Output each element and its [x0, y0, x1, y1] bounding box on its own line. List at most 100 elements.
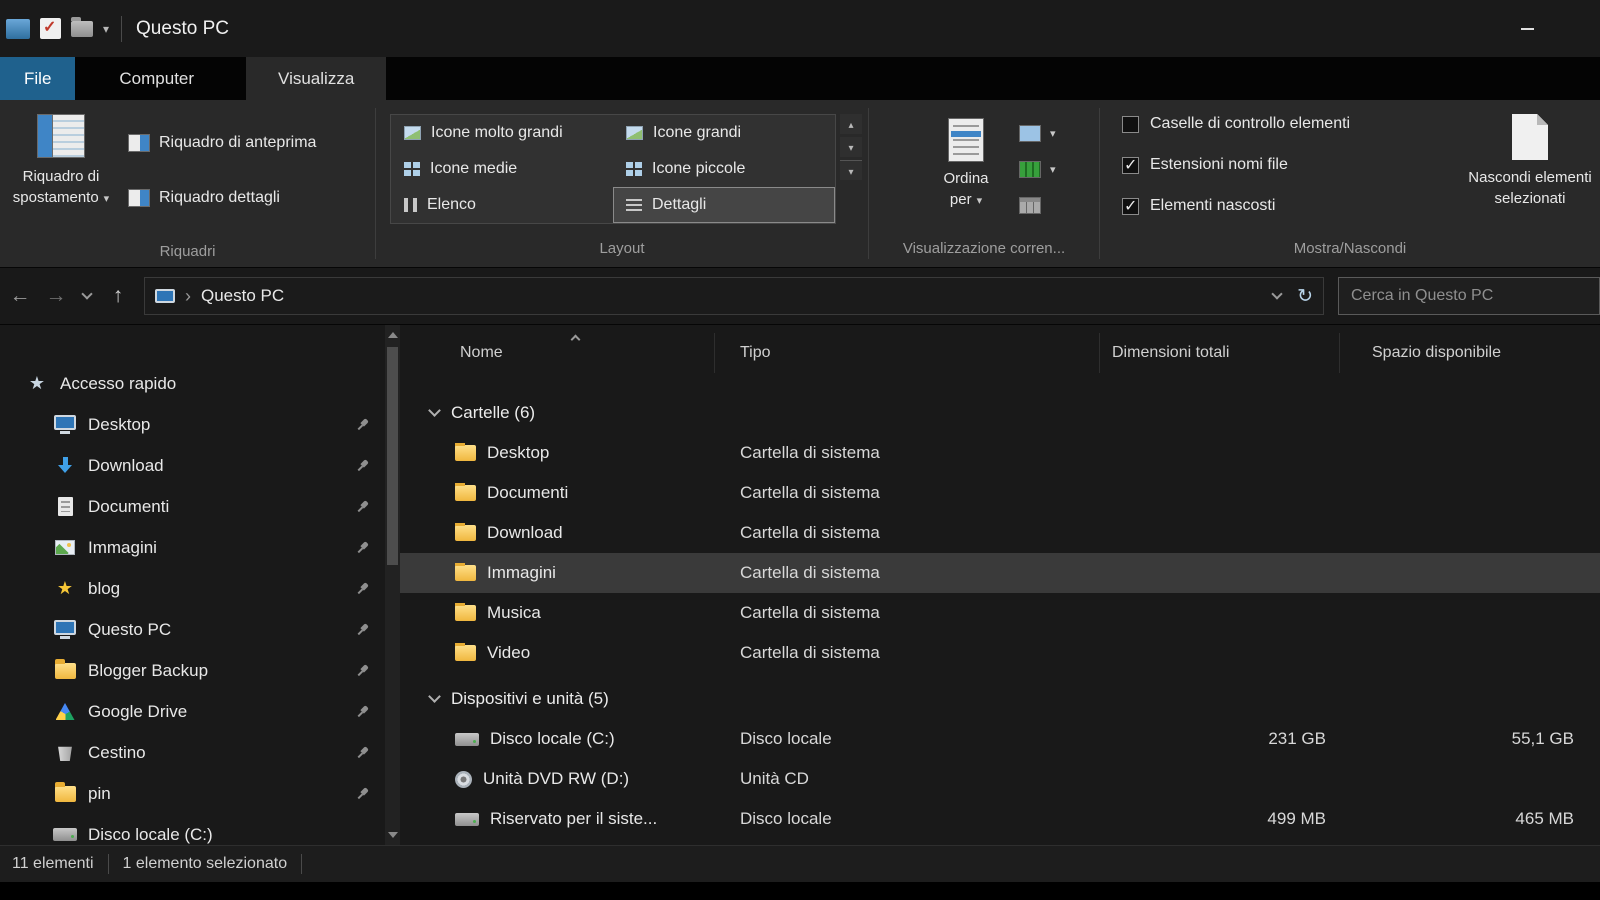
search-input[interactable]: [1343, 287, 1595, 305]
details-view-icon: [626, 199, 642, 212]
file-free-space: 55,1 GB: [1340, 729, 1600, 749]
sort-by-button[interactable]: Ordinaper: [929, 118, 1003, 238]
layout-option-elenco[interactable]: Elenco: [391, 187, 613, 223]
scroll-down-icon: [848, 138, 853, 156]
up-button[interactable]: [100, 276, 136, 316]
sort-by-label-line2: per: [950, 191, 972, 208]
qat-customize-chevron-icon[interactable]: [103, 20, 109, 38]
file-type: Disco locale: [715, 729, 1100, 749]
ribbon-tab-strip: File Computer Visualizza: [0, 57, 1600, 100]
layout-option-icone-medie[interactable]: Icone medie: [391, 151, 613, 187]
list-view-icon: [404, 198, 417, 212]
address-dropdown-icon[interactable]: [1271, 288, 1282, 299]
layout-option-icone-molto-grandi[interactable]: Icone molto grandi: [391, 115, 613, 151]
file-row-musica[interactable]: Musica Cartella di sistema: [400, 593, 1600, 633]
layout-options-box: Icone molto grandi Icone grandi Icone me…: [390, 114, 836, 224]
navigation-pane-button[interactable]: Riquadro dispostamento: [0, 100, 122, 241]
monitor-icon: [52, 624, 78, 635]
quick-access-star-icon: [24, 373, 50, 394]
sidebar-item-blog[interactable]: blog: [0, 568, 385, 609]
layout-scroll-up-button[interactable]: [840, 114, 862, 134]
file-type: Disco locale: [715, 809, 1100, 829]
sidebar-item-questo-pc[interactable]: Questo PC: [0, 609, 385, 650]
group-by-button[interactable]: [1019, 192, 1056, 218]
hide-selected-label-line1: Nascondi elementi: [1468, 169, 1591, 186]
minimize-button[interactable]: [1504, 0, 1550, 57]
checkbox-item-check-boxes[interactable]: Caselle di controllo elementi: [1122, 112, 1442, 136]
layout-option-icone-piccole[interactable]: Icone piccole: [613, 151, 835, 187]
file-row-disco-locale-c[interactable]: Disco locale (C:) Disco locale 231 GB 55…: [400, 719, 1600, 759]
column-header-tipo[interactable]: Tipo: [715, 333, 1100, 373]
preview-pane-icon: [128, 134, 150, 152]
column-headers: Nome Tipo Dimensioni totali Spazio dispo…: [400, 333, 1600, 373]
document-icon: [52, 497, 78, 516]
window-title: Questo PC: [136, 18, 229, 40]
file-row-riservato-sistema[interactable]: Riservato per il siste... Disco locale 4…: [400, 799, 1600, 839]
checkbox-file-extensions[interactable]: Estensioni nomi file: [1122, 153, 1442, 177]
app-icon[interactable]: [6, 19, 30, 39]
new-folder-icon[interactable]: [71, 21, 93, 37]
status-bar: 11 elementi 1 elemento selezionato: [0, 845, 1600, 882]
column-header-nome[interactable]: Nome: [400, 333, 715, 373]
file-row-immagini-selected[interactable]: Immagini Cartella di sistema: [400, 553, 1600, 593]
sidebar-item-blogger-backup[interactable]: Blogger Backup: [0, 650, 385, 691]
scroll-up-icon[interactable]: [388, 332, 398, 338]
download-arrow-icon: [52, 456, 78, 475]
scrollbar-thumb[interactable]: [387, 347, 398, 565]
add-columns-button[interactable]: [1019, 120, 1056, 146]
tab-file[interactable]: File: [0, 57, 75, 100]
properties-icon[interactable]: [40, 18, 61, 39]
breadcrumb-this-pc[interactable]: Questo PC: [201, 286, 284, 306]
ribbon-group-visualizzazione: Ordinaper Visualizzazione corren...: [869, 100, 1099, 267]
search-box[interactable]: [1338, 277, 1600, 315]
sidebar-item-download[interactable]: Download: [0, 445, 385, 486]
column-header-spazio-disponibile[interactable]: Spazio disponibile: [1340, 333, 1600, 373]
sidebar-item-accesso-rapido[interactable]: Accesso rapido: [0, 363, 385, 404]
checkbox-hidden-items[interactable]: Elementi nascosti: [1122, 194, 1442, 218]
size-columns-button[interactable]: [1019, 156, 1056, 182]
layout-option-label: Icone piccole: [652, 160, 745, 178]
details-pane-button[interactable]: Riquadro dettagli: [128, 186, 316, 210]
tab-visualizza[interactable]: Visualizza: [246, 57, 386, 100]
sidebar-item-label: Cestino: [88, 743, 146, 763]
sidebar-item-pin[interactable]: pin: [0, 773, 385, 814]
column-label: Spazio disponibile: [1372, 344, 1501, 362]
file-row-desktop[interactable]: Desktop Cartella di sistema: [400, 433, 1600, 473]
group-header-dispositivi[interactable]: Dispositivi e unità (5): [400, 679, 1600, 719]
layout-scroll-down-button[interactable]: [840, 137, 862, 157]
file-name: Riservato per il siste...: [490, 809, 657, 829]
titlebar: Questo PC: [0, 0, 1600, 57]
dropdown-caret-icon: [972, 191, 983, 208]
dvd-drive-icon: [455, 771, 472, 788]
sidebar-item-immagini[interactable]: Immagini: [0, 527, 385, 568]
tab-computer[interactable]: Computer: [93, 57, 220, 100]
sidebar-item-cestino[interactable]: Cestino: [0, 732, 385, 773]
refresh-icon[interactable]: [1297, 285, 1313, 308]
desktop-background-strip: [0, 882, 1600, 900]
layout-option-dettagli[interactable]: Dettagli: [613, 187, 835, 223]
small-icons-icon: [626, 162, 642, 176]
preview-pane-button[interactable]: Riquadro di anteprima: [128, 131, 316, 155]
forward-button[interactable]: [38, 276, 74, 316]
sidebar-item-label: Download: [88, 456, 164, 476]
scroll-down-icon[interactable]: [388, 832, 398, 838]
recent-locations-button[interactable]: [74, 276, 100, 316]
hide-selected-items-button[interactable]: Nascondi elementiselezionati: [1460, 100, 1600, 238]
back-button[interactable]: [2, 276, 38, 316]
file-row-dvd[interactable]: Unità DVD RW (D:) Unità CD: [400, 759, 1600, 799]
layout-more-button[interactable]: [840, 160, 862, 180]
navigation-bar: Questo PC: [0, 268, 1600, 325]
sidebar-item-desktop[interactable]: Desktop: [0, 404, 385, 445]
file-row-video[interactable]: Video Cartella di sistema: [400, 633, 1600, 673]
address-bar[interactable]: Questo PC: [144, 277, 1324, 315]
group-label-riquadri: Riquadri: [0, 241, 375, 270]
group-header-cartelle[interactable]: Cartelle (6): [400, 393, 1600, 433]
sidebar-scrollbar[interactable]: [385, 325, 400, 845]
layout-option-icone-grandi[interactable]: Icone grandi: [613, 115, 835, 151]
sidebar-item-documenti[interactable]: Documenti: [0, 486, 385, 527]
file-row-download[interactable]: Download Cartella di sistema: [400, 513, 1600, 553]
sidebar-item-disco-locale-c[interactable]: Disco locale (C:): [0, 814, 385, 845]
sidebar-item-google-drive[interactable]: Google Drive: [0, 691, 385, 732]
file-row-documenti[interactable]: Documenti Cartella di sistema: [400, 473, 1600, 513]
column-header-dimensioni-totali[interactable]: Dimensioni totali: [1100, 333, 1340, 373]
